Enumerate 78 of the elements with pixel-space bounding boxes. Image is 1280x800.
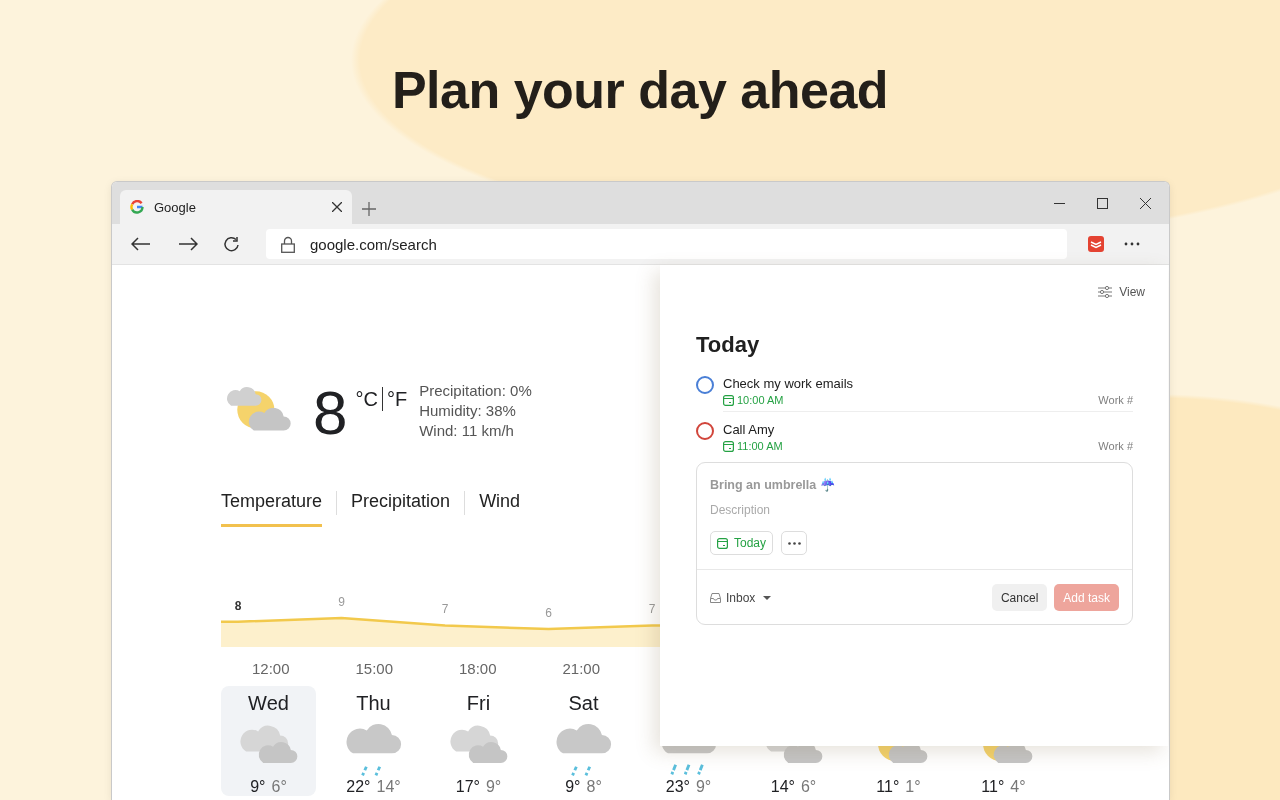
day-forecast[interactable]: Fri 17° 9° bbox=[431, 686, 526, 796]
low-temperature: 14° bbox=[376, 778, 401, 796]
low-temperature: 4° bbox=[1010, 778, 1026, 796]
task-project: Work # bbox=[1098, 394, 1133, 406]
chart-value: 8 bbox=[234, 598, 242, 613]
hour-label: 18:00 bbox=[459, 660, 498, 677]
weather-tab[interactable]: Precipitation bbox=[351, 491, 451, 527]
inbox-icon bbox=[710, 592, 721, 603]
high-temperature: 9° bbox=[565, 778, 581, 796]
high-temperature: 22° bbox=[346, 778, 371, 796]
page-title: Today bbox=[696, 332, 761, 358]
view-button[interactable]: View bbox=[1098, 285, 1145, 299]
day-name: Sat bbox=[568, 692, 599, 714]
day-name: Fri bbox=[466, 692, 491, 714]
high-temperature: 11° bbox=[876, 778, 900, 796]
headline: Plan your day ahead bbox=[390, 60, 890, 120]
extension-icon[interactable] bbox=[1088, 236, 1104, 252]
more-options-button[interactable] bbox=[781, 531, 808, 555]
chart-value: 9 bbox=[338, 595, 345, 609]
calendar-icon bbox=[723, 394, 734, 406]
hour-label: 15:00 bbox=[355, 660, 395, 677]
low-temperature: 1° bbox=[905, 778, 921, 796]
hour-label: 21:00 bbox=[562, 660, 602, 677]
chart-value: 6 bbox=[545, 606, 552, 621]
high-temperature: 11° bbox=[981, 778, 1005, 796]
tab-title: Google bbox=[154, 199, 197, 215]
calendar-icon bbox=[723, 440, 734, 452]
task-due-time: 11:00 AM bbox=[723, 440, 783, 452]
settings-icon bbox=[1098, 286, 1113, 298]
weather-tab[interactable]: Temperature bbox=[221, 491, 323, 527]
new-tab-icon[interactable] bbox=[362, 202, 376, 216]
g-logo-icon bbox=[130, 200, 144, 214]
high-temperature: 17° bbox=[455, 778, 480, 796]
cancel-button[interactable]: Cancel bbox=[991, 584, 1048, 611]
weather-detail: Precipitation: 0% bbox=[419, 381, 532, 401]
day-forecast[interactable]: Sat 9° 8° bbox=[536, 686, 631, 796]
task-project: Work # bbox=[1098, 440, 1133, 452]
hour-label: 12:00 bbox=[252, 660, 291, 677]
celsius-toggle[interactable]: °C bbox=[355, 387, 378, 411]
maximize-icon[interactable] bbox=[1097, 197, 1108, 209]
low-temperature: 9° bbox=[695, 778, 712, 796]
task-due-time: 10:00 AM bbox=[723, 394, 784, 406]
day-forecast[interactable]: Thu 22° 14° bbox=[326, 686, 421, 796]
high-temperature: 23° bbox=[665, 778, 690, 796]
fahrenheit-toggle[interactable]: °F bbox=[386, 387, 408, 411]
low-temperature: 8° bbox=[586, 778, 602, 796]
address-bar[interactable]: google.com/search bbox=[266, 229, 1067, 259]
weather-detail: Humidity: 38% bbox=[419, 401, 517, 421]
task-checkbox[interactable] bbox=[696, 376, 714, 394]
current-temperature: 8 bbox=[313, 385, 348, 441]
weather-detail: Wind: 11 km/h bbox=[419, 421, 515, 441]
caret-icon bbox=[763, 595, 772, 600]
calendar-icon bbox=[717, 537, 728, 549]
back-icon[interactable] bbox=[131, 237, 150, 251]
reload-icon[interactable] bbox=[223, 235, 240, 253]
low-temperature: 6° bbox=[800, 778, 817, 796]
close-icon[interactable] bbox=[332, 202, 342, 212]
low-temperature: 6° bbox=[271, 778, 287, 796]
more-icon[interactable] bbox=[1124, 242, 1140, 246]
chart-value: 7 bbox=[648, 602, 656, 617]
low-temperature: 9° bbox=[485, 778, 502, 796]
browser-tab[interactable]: Google bbox=[120, 190, 352, 224]
high-temperature: 14° bbox=[770, 778, 795, 796]
day-forecast[interactable]: Wed 9° 6° bbox=[221, 686, 316, 796]
project-dropdown[interactable]: Inbox bbox=[710, 590, 772, 605]
forward-icon[interactable] bbox=[179, 237, 198, 251]
high-temperature: 9° bbox=[250, 778, 266, 796]
task-checkbox[interactable] bbox=[696, 422, 714, 440]
day-name: Wed bbox=[248, 692, 289, 714]
close-icon[interactable] bbox=[1140, 197, 1151, 209]
weather-tab[interactable]: Wind bbox=[479, 491, 521, 527]
day-name: Thu bbox=[356, 692, 391, 714]
minimize-icon[interactable] bbox=[1054, 202, 1065, 204]
lock-icon bbox=[281, 235, 295, 253]
task-name[interactable]: Check my work emails bbox=[723, 376, 1133, 392]
more-icon bbox=[787, 541, 801, 545]
task-name[interactable]: Call Amy bbox=[723, 422, 1133, 438]
chart-value: 7 bbox=[441, 602, 449, 617]
